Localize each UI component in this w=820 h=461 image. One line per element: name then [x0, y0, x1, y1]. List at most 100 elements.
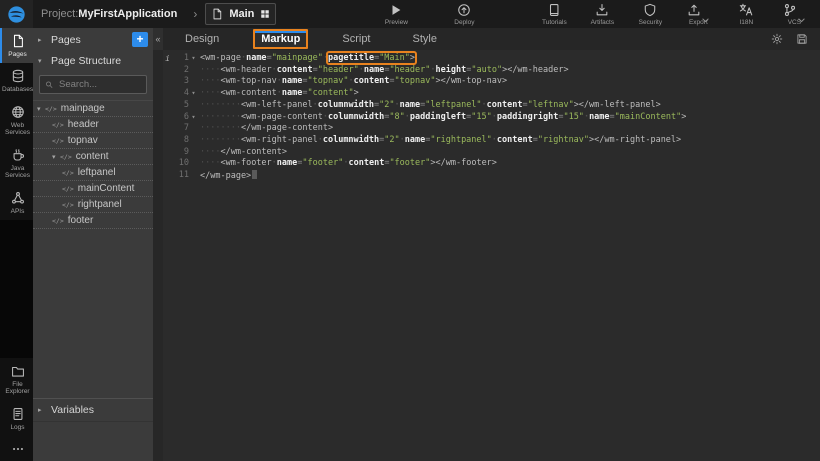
whitespace-dot: · [323, 112, 328, 122]
top-bar: Project:MyFirstApplication › Main Previe… [0, 0, 820, 28]
grid-icon[interactable] [260, 9, 270, 19]
whitespace-dot: · [313, 100, 318, 110]
expanded-triangle-icon[interactable]: ▾ [37, 105, 45, 113]
code-line[interactable]: 5········<wm-left-panel·columnwidth="2"·… [163, 100, 820, 112]
code-token: "rightnav" [538, 135, 589, 145]
code-line[interactable]: i1▾<wm-page·name="mainpage"·pagetitle="M… [163, 53, 820, 65]
search-icon [45, 80, 53, 89]
page-selector[interactable]: Main [205, 3, 276, 25]
action-security[interactable]: Security [630, 3, 670, 26]
code-token: "header" [318, 65, 359, 75]
code-token: ></wm-footer> [430, 158, 497, 168]
vcs-branch-icon [783, 3, 797, 17]
code-token: ·content [343, 158, 384, 168]
fold-toggle-icon[interactable]: ▾ [189, 53, 198, 65]
markup-code-editor[interactable]: i1▾<wm-page·name="mainpage"·pagetitle="M… [163, 50, 820, 461]
search-input[interactable] [57, 78, 141, 91]
action-deploy[interactable]: Deploy [436, 3, 492, 26]
pages-section-header[interactable]: ▸ Pages + [33, 28, 153, 51]
tab-design[interactable]: Design [177, 29, 227, 49]
indent-dots: ········ [200, 135, 241, 145]
expanded-triangle-icon[interactable]: ▾ [52, 153, 60, 161]
code-line[interactable]: 8········<wm-right-panel·columnwidth="2"… [163, 135, 820, 147]
file-explorer-icon [11, 364, 25, 378]
code-line[interactable]: 6▾········<wm-page-content·columnwidth="… [163, 112, 820, 124]
code-token: ·name [359, 65, 385, 75]
tree-item-footer[interactable]: </>footer [33, 213, 153, 229]
tab-style[interactable]: Style [405, 29, 445, 49]
code-token: ·columnwidth [313, 100, 374, 110]
page-file-icon [211, 8, 223, 20]
code-token: ·name [272, 158, 298, 168]
action-vcs[interactable]: VCS [774, 3, 814, 26]
sidebar-item-pages[interactable]: Pages [0, 28, 33, 63]
tree-item-leftpanel[interactable]: </>leftpanel [33, 165, 153, 181]
action-export[interactable]: Export [678, 3, 718, 26]
line-number: 11 [172, 170, 189, 183]
indent-dots: ········ [200, 112, 241, 122]
wavemaker-logo[interactable] [0, 0, 33, 28]
sidebar-item-java-services[interactable]: Java Services [0, 142, 33, 185]
fold-toggle-icon[interactable]: ▾ [189, 112, 198, 124]
code-tag-icon: </> [52, 121, 64, 129]
indent-dots: ···· [200, 76, 220, 86]
line-number: 3 [172, 76, 189, 88]
sidebar-item-label: Web Services [2, 122, 33, 137]
collapsed-triangle-icon: ▸ [38, 406, 46, 414]
sidebar-item-databases[interactable]: Databases [0, 63, 33, 98]
code-line[interactable]: 11</wm-page> [163, 170, 820, 183]
structure-search[interactable] [39, 75, 147, 94]
whitespace-dot: · [492, 135, 497, 145]
action-preview[interactable]: Preview [368, 3, 424, 26]
code-line[interactable]: 9····</wm-content> [163, 147, 820, 159]
action-icon-row [739, 3, 753, 17]
code-token: "leftpanel" [425, 100, 481, 110]
action-tutorials[interactable]: Tutorials [526, 3, 582, 26]
tab-markup[interactable]: Markup [253, 29, 308, 49]
tree-item-topnav[interactable]: </>topnav [33, 133, 153, 149]
tree-item-mainpage[interactable]: ▾</>mainpage [33, 101, 153, 117]
whitespace-dot: · [395, 100, 400, 110]
code-line[interactable]: 10····<wm-footer·name="footer"·content="… [163, 158, 820, 170]
tutorials-icon [547, 3, 561, 17]
collapse-panel-button[interactable]: « [153, 28, 163, 50]
tree-item-rightpanel[interactable]: </>rightpanel [33, 197, 153, 213]
code-token: "2" [379, 100, 394, 110]
code-tag-icon: </> [62, 185, 74, 193]
add-page-button[interactable]: + [132, 32, 148, 47]
tree-item-header[interactable]: </>header [33, 117, 153, 133]
gutter-info-icon [163, 112, 172, 124]
whitespace-dot: · [405, 112, 410, 122]
editor-tab-bar: Design Markup Script Style [163, 28, 820, 50]
variables-section-header[interactable]: ▸ Variables [33, 398, 153, 422]
sidebar-item-apis[interactable]: APIs [0, 185, 33, 220]
action-icon-row [687, 3, 709, 17]
page-structure-header[interactable]: ▾ Page Structure [33, 51, 153, 71]
code-token: ·height [430, 65, 466, 75]
action-artifacts[interactable]: Artifacts [582, 3, 622, 26]
code-line[interactable]: 7········</wm-page-content> [163, 123, 820, 135]
code-line[interactable]: 2····<wm-header·content="header"·name="h… [163, 65, 820, 77]
sidebar-item-web-services[interactable]: Web Services [0, 99, 33, 142]
line-number: 7 [172, 123, 189, 135]
tree-item-maincontent[interactable]: </>mainContent [33, 181, 153, 197]
action-i18n[interactable]: I18N [726, 3, 766, 26]
page-selector-label: Main [229, 8, 254, 20]
markup-settings-gear-icon[interactable] [771, 33, 783, 45]
project-label: Project: [41, 8, 78, 20]
fold-toggle-icon[interactable]: ▾ [189, 88, 198, 100]
fold-toggle-icon [189, 65, 198, 77]
sidebar-item-logs[interactable]: Logs [0, 401, 33, 436]
more-icon [11, 442, 25, 456]
sidebar-item-more[interactable] [0, 436, 33, 461]
save-icon[interactable] [796, 33, 808, 45]
code-line[interactable]: 4▾····<wm-content·name="content"> [163, 88, 820, 100]
code-token: <wm-top-nav [220, 76, 276, 86]
tab-script[interactable]: Script [334, 29, 378, 49]
project-name: MyFirstApplication [78, 8, 177, 20]
sidebar-item-file-explorer[interactable]: File Explorer [0, 358, 33, 401]
fold-toggle-icon [189, 135, 198, 147]
code-line[interactable]: 3····<wm-top-nav·name="topnav"·content="… [163, 76, 820, 88]
tree-item-content[interactable]: ▾</>content [33, 149, 153, 165]
tree-item-label: footer [68, 215, 94, 226]
